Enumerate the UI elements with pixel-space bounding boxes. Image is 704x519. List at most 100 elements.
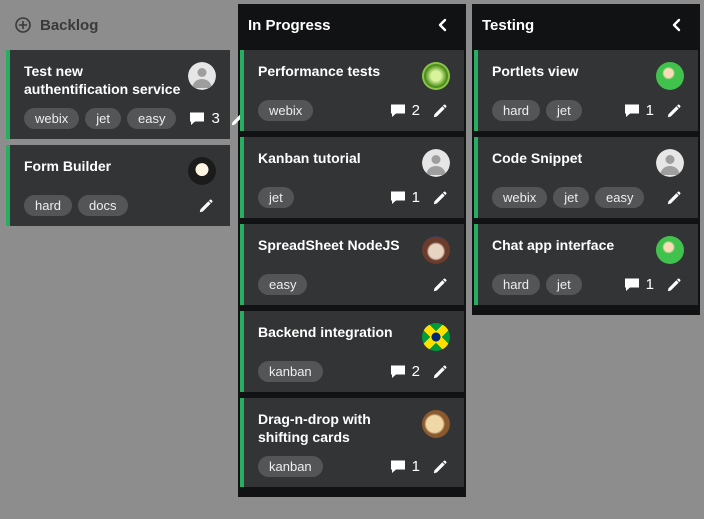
card-title: Test new authentification service (24, 62, 188, 98)
comment-icon (389, 363, 407, 381)
comments-number: 1 (646, 276, 654, 293)
comments-number: 1 (646, 102, 654, 119)
tag[interactable]: docs (78, 195, 127, 216)
tag[interactable]: jet (546, 274, 582, 295)
comment-icon (389, 458, 407, 476)
card-title: Chat app interface (492, 236, 656, 254)
comments-count[interactable]: 1 (623, 102, 654, 120)
kanban-card[interactable]: Backend integration kanban 2 (240, 311, 464, 392)
column-header[interactable]: Backlog (4, 4, 232, 48)
card-header: Form Builder (24, 157, 216, 185)
card-title: Drag-n-drop with shifting cards (258, 410, 422, 446)
card-footer: easy (258, 274, 450, 295)
edit-icon[interactable] (664, 101, 684, 121)
comments-number: 2 (412, 102, 420, 119)
card-list: Portlets viewhardjet1Code Snippetwebixje… (472, 48, 700, 315)
avatar (422, 62, 450, 90)
edit-icon[interactable] (430, 101, 450, 121)
add-card-icon[interactable] (14, 16, 32, 34)
kanban-card[interactable]: SpreadSheet NodeJS easy (240, 224, 464, 305)
comment-icon (389, 102, 407, 120)
comment-icon (188, 110, 206, 128)
comments-count[interactable]: 2 (389, 363, 420, 381)
card-footer: kanban 1 (258, 456, 450, 477)
kanban-card[interactable]: Drag-n-drop with shifting cards kanban 1 (240, 398, 464, 487)
tag[interactable]: hard (24, 195, 72, 216)
card-title: Kanban tutorial (258, 149, 422, 167)
edit-icon[interactable] (664, 188, 684, 208)
card-header: Performance tests (258, 62, 450, 90)
kanban-card[interactable]: Performance tests webix 2 (240, 50, 464, 131)
card-header: Drag-n-drop with shifting cards (258, 410, 450, 446)
tag[interactable]: jet (258, 187, 294, 208)
comments-number: 3 (211, 110, 219, 127)
card-header: Kanban tutorial (258, 149, 450, 177)
tag[interactable]: jet (546, 100, 582, 121)
edit-icon[interactable] (430, 362, 450, 382)
tag[interactable]: easy (595, 187, 644, 208)
edit-icon[interactable] (430, 457, 450, 477)
avatar (656, 149, 684, 177)
card-title: Code Snippet (492, 149, 656, 167)
column-header[interactable]: In Progress (238, 4, 466, 48)
chevron-left-icon[interactable] (666, 14, 688, 36)
tag[interactable]: hard (492, 274, 540, 295)
card-header: SpreadSheet NodeJS (258, 236, 450, 264)
card-list: Test new authentification service webixje… (4, 48, 232, 228)
tag[interactable]: easy (258, 274, 307, 295)
tag[interactable]: webix (258, 100, 313, 121)
comments-count[interactable]: 2 (389, 102, 420, 120)
comments-count[interactable]: 1 (389, 458, 420, 476)
comments-number: 2 (412, 363, 420, 380)
card-footer: hardjet 1 (492, 100, 684, 121)
column-header[interactable]: Testing (472, 4, 700, 48)
card-footer: webix 2 (258, 100, 450, 121)
column-title: Testing (482, 17, 666, 34)
kanban-card[interactable]: Form Builder hard docs (6, 145, 230, 226)
tag[interactable]: jet (85, 108, 121, 129)
tag[interactable]: kanban (258, 456, 323, 477)
tag[interactable]: hard (492, 100, 540, 121)
kanban-card[interactable]: Code Snippet webix jeteasy (474, 137, 698, 218)
card-title: Form Builder (24, 157, 188, 175)
comments-count[interactable]: 1 (623, 276, 654, 294)
kanban-card[interactable]: Test new authentification service webixje… (6, 50, 230, 139)
edit-icon[interactable] (430, 275, 450, 295)
edit-icon[interactable] (430, 188, 450, 208)
tag[interactable]: webix (492, 187, 547, 208)
card-title: Backend integration (258, 323, 422, 341)
column-backlog: Backlog Test new authentification service… (4, 4, 232, 515)
chevron-left-icon[interactable] (432, 14, 454, 36)
column-in-progress: In Progress Performance tests webix 2 Kanban… (238, 4, 466, 515)
card-footer: jet 1 (258, 187, 450, 208)
comments-number: 1 (412, 189, 420, 206)
avatar (422, 149, 450, 177)
card-header: Portlets view (492, 62, 684, 90)
tag[interactable]: easy (127, 108, 176, 129)
card-footer: hardjet 1 (492, 274, 684, 295)
kanban-card[interactable]: Kanban tutorial jet 1 (240, 137, 464, 218)
card-footer: webix jeteasy 3 (24, 108, 216, 129)
comments-number: 1 (412, 458, 420, 475)
comments-count[interactable]: 3 (188, 110, 219, 128)
edit-icon[interactable] (664, 275, 684, 295)
edit-icon[interactable] (196, 196, 216, 216)
tag[interactable]: jet (553, 187, 589, 208)
avatar (188, 157, 216, 185)
avatar (188, 62, 216, 90)
column-testing: TestingPortlets viewhardjet1Code Snippet… (472, 4, 700, 515)
kanban-card[interactable]: Portlets view hardjet 1 (474, 50, 698, 131)
avatar (422, 236, 450, 264)
column-title: Backlog (40, 17, 220, 34)
tag[interactable]: kanban (258, 361, 323, 382)
comment-icon (623, 276, 641, 294)
card-footer: webix jeteasy (492, 187, 684, 208)
card-title: SpreadSheet NodeJS (258, 236, 422, 254)
card-header: Test new authentification service (24, 62, 216, 98)
comments-count[interactable]: 1 (389, 189, 420, 207)
kanban-board: Backlog Test new authentification service… (0, 0, 704, 519)
tag[interactable]: webix (24, 108, 79, 129)
avatar (422, 410, 450, 438)
card-footer: kanban 2 (258, 361, 450, 382)
kanban-card[interactable]: Chat app interface hardjet 1 (474, 224, 698, 305)
